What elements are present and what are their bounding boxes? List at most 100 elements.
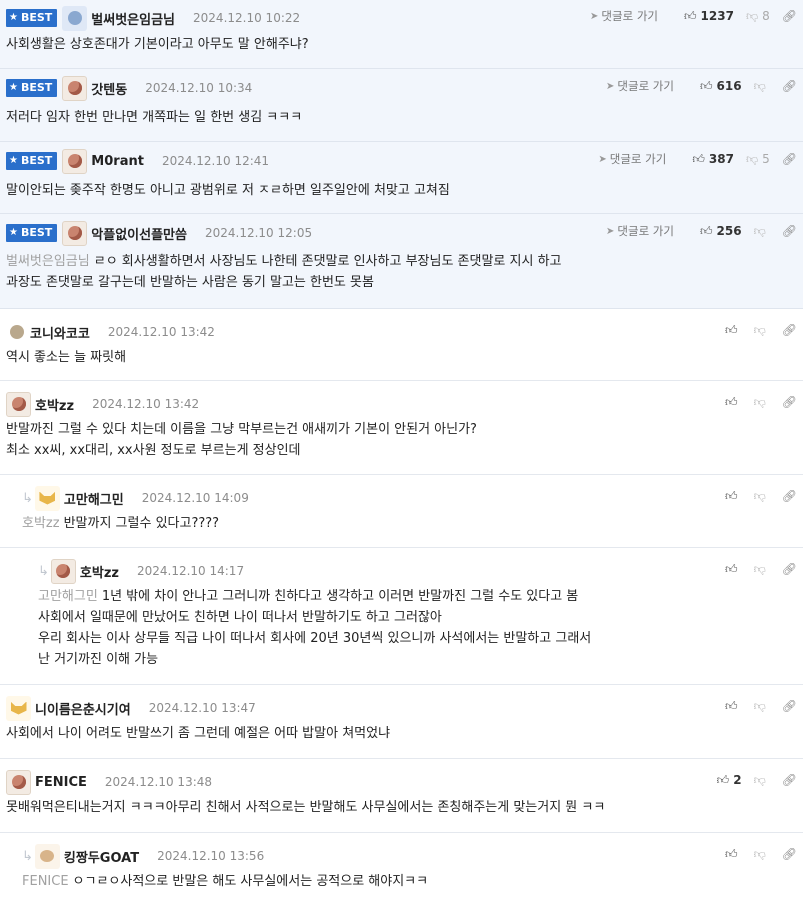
comment-header: 코니와코코 2024.12.10 13:42 bbox=[6, 317, 215, 347]
avatar[interactable] bbox=[6, 695, 31, 721]
dislike-button[interactable]: 👎︎ 5 bbox=[746, 152, 770, 167]
like-button[interactable]: 👍︎ 387 bbox=[692, 152, 734, 167]
comment-line: 난 거기까진 이해 가능 bbox=[38, 649, 591, 670]
dislike-button[interactable]: 👎︎ bbox=[754, 79, 770, 94]
go-to-reply-button[interactable]: ➤ 댓글로 가기 bbox=[598, 151, 666, 167]
author-nickname[interactable]: 킹짱두GOAT bbox=[64, 847, 139, 866]
dislike-button[interactable]: 👎︎ bbox=[754, 562, 770, 577]
share-button[interactable]: 🔗︎ bbox=[782, 152, 797, 166]
like-button[interactable]: 👍︎ 2 bbox=[717, 773, 742, 788]
comment-date: 2024.12.10 14:17 bbox=[136, 564, 245, 578]
dislike-button[interactable]: 👎︎ bbox=[754, 224, 770, 239]
share-button[interactable]: 🔗︎ bbox=[782, 847, 797, 861]
avatar[interactable] bbox=[6, 391, 31, 417]
avatar[interactable] bbox=[62, 5, 88, 31]
author-nickname[interactable]: 호박zz bbox=[80, 562, 119, 581]
share-button[interactable]: 🔗︎ bbox=[782, 323, 797, 337]
comment-text: 사회에서 일때문에 만났어도 친하면 나이 떠나서 반말하기도 하고 그러잖아 bbox=[38, 610, 442, 625]
dislike-button[interactable]: 👎︎ 8 bbox=[746, 9, 770, 24]
comment-line: 최소 xx씨, xx대리, xx사원 정도로 부르는게 정상인데 bbox=[6, 440, 477, 461]
share-button[interactable]: 🔗︎ bbox=[782, 562, 797, 576]
comment-body: 못배워먹은티내는거지 ㅋㅋㅋ아무리 친해서 사적으로는 반말해도 사무실에서는 … bbox=[6, 797, 605, 818]
dislike-button[interactable]: 👎︎ bbox=[754, 847, 770, 862]
like-button[interactable]: 👍︎ bbox=[725, 562, 742, 577]
avatar[interactable] bbox=[50, 558, 76, 584]
comment-actions: 👍︎ 2 👎︎ 🔗︎ bbox=[705, 765, 797, 795]
avatar[interactable] bbox=[6, 769, 31, 795]
go-to-reply-label: 댓글로 가기 bbox=[617, 79, 674, 93]
comment-text: 말이안되는 좆주작 한명도 아니고 광범위로 저 ㅈㄹ하면 일주일안에 처맞고 … bbox=[6, 183, 450, 198]
author-nickname[interactable]: 벌써벗은임금님 bbox=[91, 9, 175, 28]
comment-text: 우리 회사는 이사 상무들 직급 나이 떠나서 회사에 20년 30년씩 있으니… bbox=[38, 631, 592, 646]
dislike-count: 5 bbox=[762, 152, 770, 166]
author-nickname[interactable]: 니이름은춘시기여 bbox=[35, 699, 131, 718]
comment-header: ★ BEST 갓텐동 2024.12.10 10:34 bbox=[6, 73, 252, 103]
send-arrow-icon: ➤ bbox=[606, 225, 615, 237]
avatar[interactable] bbox=[34, 485, 60, 511]
avatar[interactable] bbox=[62, 75, 88, 101]
dislike-button[interactable]: 👎︎ bbox=[754, 395, 770, 410]
go-to-reply-button[interactable]: ➤ 댓글로 가기 bbox=[590, 8, 658, 24]
avatar[interactable] bbox=[62, 220, 88, 246]
comment-actions: ➤ 댓글로 가기 👍︎ 387 👎︎ 5 🔗︎ bbox=[598, 144, 797, 174]
thumbs-down-icon: 👎︎ bbox=[745, 151, 759, 166]
author-nickname[interactable]: FENICE bbox=[35, 775, 87, 790]
dislike-button[interactable]: 👎︎ bbox=[754, 489, 770, 504]
comment-date: 2024.12.10 10:22 bbox=[193, 11, 301, 25]
thumbs-up-icon: 👍︎ bbox=[699, 223, 713, 238]
comment-actions: ➤ 댓글로 가기 👍︎ 1237 👎︎ 8 🔗︎ bbox=[590, 1, 797, 31]
comment-text: 반말까지 그럴수 있다고???? bbox=[63, 516, 220, 531]
like-button[interactable]: 👍︎ bbox=[725, 489, 742, 504]
mention-tag[interactable]: 고만해그민 bbox=[38, 589, 98, 604]
comment-line: 사회생활은 상호존대가 기본이라고 아무도 말 안해주냐? bbox=[6, 34, 309, 55]
mention-tag[interactable]: 호박zz bbox=[22, 516, 60, 531]
author-nickname[interactable]: 고만해그민 bbox=[64, 489, 124, 508]
author-nickname[interactable]: 갓텐동 bbox=[91, 79, 127, 98]
like-button[interactable]: 👍︎ 1237 bbox=[684, 9, 734, 24]
comment-header: FENICE 2024.12.10 13:48 bbox=[6, 767, 212, 797]
share-button[interactable]: 🔗︎ bbox=[782, 489, 797, 503]
share-button[interactable]: 🔗︎ bbox=[782, 224, 797, 238]
mention-tag[interactable]: FENICE bbox=[22, 874, 69, 889]
comment: 호박zz 2024.12.10 13:42 👍︎ 👎︎ 🔗︎ 반말까진 그럴 수 있다 치… bbox=[0, 381, 803, 475]
like-button[interactable]: 👍︎ bbox=[725, 395, 742, 410]
dislike-button[interactable]: 👎︎ bbox=[754, 323, 770, 338]
share-button[interactable]: 🔗︎ bbox=[782, 9, 797, 23]
best-label: BEST bbox=[20, 154, 53, 167]
comment-line: 사회에서 일때문에 만났어도 친하면 나이 떠나서 반말하기도 하고 그러잖아 bbox=[38, 607, 591, 628]
go-to-reply-button[interactable]: ➤ 댓글로 가기 bbox=[606, 78, 674, 94]
comment-line: 못배워먹은티내는거지 ㅋㅋㅋ아무리 친해서 사적으로는 반말해도 사무실에서는 … bbox=[6, 797, 605, 818]
share-button[interactable]: 🔗︎ bbox=[782, 79, 797, 93]
thumbs-down-icon: 👎︎ bbox=[753, 394, 766, 409]
avatar[interactable] bbox=[62, 148, 88, 174]
like-button[interactable]: 👍︎ 256 bbox=[700, 224, 742, 239]
like-button[interactable]: 👍︎ 616 bbox=[700, 79, 742, 94]
comment-text: 못배워먹은티내는거지 ㅋㅋㅋ아무리 친해서 사적으로는 반말해도 사무실에서는 … bbox=[6, 800, 606, 815]
comment-line: 저러다 임자 한번 만나면 개쪽파는 일 한번 생김 ㅋㅋㅋ bbox=[6, 107, 302, 128]
author-nickname[interactable]: 코니와코코 bbox=[30, 323, 90, 342]
author-nickname[interactable]: 악플없이선플만씀 bbox=[91, 224, 187, 243]
comment-text: 난 거기까진 이해 가능 bbox=[38, 652, 159, 667]
comment-body: 벌써벗은임금님 ㄹㅇ 회사생활하면서 사장님도 나한테 존댓말로 인사하고 부장님… bbox=[6, 251, 562, 293]
share-button[interactable]: 🔗︎ bbox=[782, 699, 797, 713]
author-nickname[interactable]: 호박zz bbox=[35, 395, 74, 414]
star-icon: ★ bbox=[9, 155, 18, 166]
like-button[interactable]: 👍︎ bbox=[725, 323, 742, 338]
thumbs-up-icon: 👍︎ bbox=[725, 561, 738, 576]
avatar[interactable] bbox=[34, 843, 60, 869]
comment-actions: ➤ 댓글로 가기 👍︎ 616 👎︎ 🔗︎ bbox=[606, 71, 797, 101]
share-button[interactable]: 🔗︎ bbox=[782, 395, 797, 409]
best-badge: ★ BEST bbox=[6, 224, 58, 242]
mention-tag[interactable]: 벌써벗은임금님 bbox=[6, 254, 90, 269]
reply-arrow-icon: ↳ bbox=[22, 848, 33, 864]
share-button[interactable]: 🔗︎ bbox=[782, 773, 797, 787]
like-button[interactable]: 👍︎ bbox=[725, 699, 742, 714]
like-button[interactable]: 👍︎ bbox=[725, 847, 742, 862]
comment-header: ★ BEST 벌써벗은임금님 2024.12.10 10:22 bbox=[6, 3, 300, 33]
dislike-button[interactable]: 👎︎ bbox=[754, 773, 770, 788]
comment: 니이름은춘시기여 2024.12.10 13:47 👍︎ 👎︎ 🔗︎ 사회에서 나이 어려… bbox=[0, 685, 803, 759]
go-to-reply-button[interactable]: ➤ 댓글로 가기 bbox=[606, 223, 674, 239]
avatar[interactable] bbox=[10, 325, 24, 339]
dislike-button[interactable]: 👎︎ bbox=[754, 699, 770, 714]
author-nickname[interactable]: M0rant bbox=[91, 154, 144, 169]
